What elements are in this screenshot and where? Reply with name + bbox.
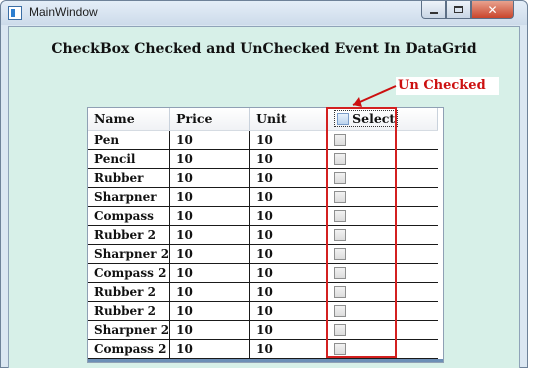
cell-price[interactable]: 10 [169, 339, 251, 359]
cell-name[interactable]: Rubber 2 [88, 225, 171, 245]
cell-select[interactable] [327, 320, 438, 340]
cell-price[interactable]: 10 [169, 206, 251, 226]
cell-name[interactable]: Sharpner 2 [88, 244, 171, 264]
main-window: MainWindow ✕ CheckBox Checked and UnChec… [0, 0, 528, 368]
cell-select[interactable] [327, 187, 438, 207]
table-row[interactable]: Rubber 2 10 10 [88, 225, 438, 245]
cell-unit[interactable]: 10 [249, 244, 329, 264]
cell-unit[interactable]: 10 [249, 263, 329, 283]
cell-price[interactable]: 10 [169, 225, 251, 245]
cell-name[interactable]: Sharpner [88, 187, 171, 207]
cell-price[interactable]: 10 [169, 282, 251, 302]
cell-select[interactable] [327, 301, 438, 321]
row-select-checkbox[interactable] [334, 172, 347, 184]
row-select-checkbox[interactable] [334, 286, 347, 298]
cell-select[interactable] [327, 244, 438, 264]
grid-header-row: Name Price Unit Select [88, 108, 439, 131]
select-header-label: Select [352, 111, 396, 126]
select-all-wrapper[interactable]: Select [334, 110, 399, 127]
row-select-checkbox[interactable] [334, 210, 347, 222]
window-content: CheckBox Checked and UnChecked Event In … [8, 26, 520, 368]
minimize-button[interactable] [421, 1, 446, 19]
cell-name[interactable]: Compass [88, 206, 171, 226]
table-row[interactable]: Sharpner 2 10 10 [88, 244, 438, 264]
cell-price[interactable]: 10 [169, 320, 251, 340]
page-title: CheckBox Checked and UnChecked Event In … [51, 41, 477, 57]
cell-select[interactable] [327, 168, 438, 188]
cell-select[interactable] [327, 206, 438, 226]
cell-name[interactable]: Rubber 2 [88, 282, 171, 302]
cell-price[interactable]: 10 [169, 263, 251, 283]
cell-unit[interactable]: 10 [249, 168, 329, 188]
close-icon: ✕ [487, 2, 498, 17]
row-select-checkbox[interactable] [334, 134, 347, 146]
cell-select[interactable] [327, 130, 438, 150]
cell-select[interactable] [327, 263, 438, 283]
table-row[interactable]: Sharpner 10 10 [88, 187, 438, 207]
cell-unit[interactable]: 10 [249, 282, 329, 302]
cell-price[interactable]: 10 [169, 168, 251, 188]
cell-price[interactable]: 10 [169, 301, 251, 321]
cell-unit[interactable]: 10 [249, 225, 329, 245]
table-row[interactable]: Compass 10 10 [88, 206, 438, 226]
table-row[interactable]: Pencil 10 10 [88, 149, 438, 169]
table-row[interactable]: Sharpner 2 10 10 [88, 320, 438, 340]
cell-unit[interactable]: 10 [249, 130, 329, 150]
title-bar[interactable]: MainWindow ✕ [1, 1, 527, 25]
products-datagrid[interactable]: Name Price Unit Select Pen 10 10 Pencil 10 10… [87, 107, 444, 363]
cell-unit[interactable]: 10 [249, 206, 329, 226]
row-select-checkbox[interactable] [334, 248, 347, 260]
cell-unit[interactable]: 10 [249, 339, 329, 359]
table-row[interactable]: Rubber 2 10 10 [88, 282, 438, 302]
table-row[interactable]: Rubber 10 10 [88, 168, 438, 188]
select-all-checkbox[interactable] [337, 112, 350, 125]
row-select-checkbox[interactable] [334, 324, 347, 336]
cell-price[interactable]: 10 [169, 244, 251, 264]
cell-unit[interactable]: 10 [249, 149, 329, 169]
cell-select[interactable] [327, 149, 438, 169]
row-select-checkbox[interactable] [334, 343, 347, 355]
maximize-icon [454, 6, 463, 13]
row-select-checkbox[interactable] [334, 191, 347, 203]
cell-name[interactable]: Compass 2 [88, 263, 171, 283]
cell-price[interactable]: 10 [169, 130, 251, 150]
window-title: MainWindow [29, 5, 98, 19]
cell-price[interactable]: 10 [169, 187, 251, 207]
row-select-checkbox[interactable] [334, 229, 347, 241]
column-header-price[interactable]: Price [169, 108, 251, 131]
cell-unit[interactable]: 10 [249, 187, 329, 207]
cell-name[interactable]: Rubber [88, 168, 171, 188]
column-header-name[interactable]: Name [88, 108, 171, 131]
table-row[interactable]: Rubber 2 10 10 [88, 301, 438, 321]
maximize-button[interactable] [446, 1, 471, 19]
cell-name[interactable]: Compass 2 [88, 339, 171, 359]
cell-select[interactable] [327, 225, 438, 245]
table-row[interactable]: Compass 2 10 10 [88, 339, 438, 359]
cell-name[interactable]: Rubber 2 [88, 301, 171, 321]
cell-select[interactable] [327, 282, 438, 302]
annotation-label: Un Checked [396, 77, 499, 95]
row-select-checkbox[interactable] [334, 305, 347, 317]
cell-name[interactable]: Pen [88, 130, 171, 150]
cell-unit[interactable]: 10 [249, 301, 329, 321]
row-select-checkbox[interactable] [334, 267, 347, 279]
close-button[interactable]: ✕ [471, 1, 514, 19]
cell-unit[interactable]: 10 [249, 320, 329, 340]
cell-name[interactable]: Pencil [88, 149, 171, 169]
cell-select[interactable] [327, 339, 438, 359]
column-header-select[interactable]: Select [327, 108, 439, 131]
table-row[interactable]: Pen 10 10 [88, 130, 438, 150]
table-row[interactable]: Compass 2 10 10 [88, 263, 438, 283]
minimize-icon [429, 12, 438, 14]
grid-horizontal-scrollbar[interactable] [88, 359, 443, 362]
column-header-unit[interactable]: Unit [249, 108, 329, 131]
app-icon[interactable] [8, 6, 22, 20]
cell-name[interactable]: Sharpner 2 [88, 320, 171, 340]
row-select-checkbox[interactable] [334, 153, 347, 165]
cell-price[interactable]: 10 [169, 149, 251, 169]
